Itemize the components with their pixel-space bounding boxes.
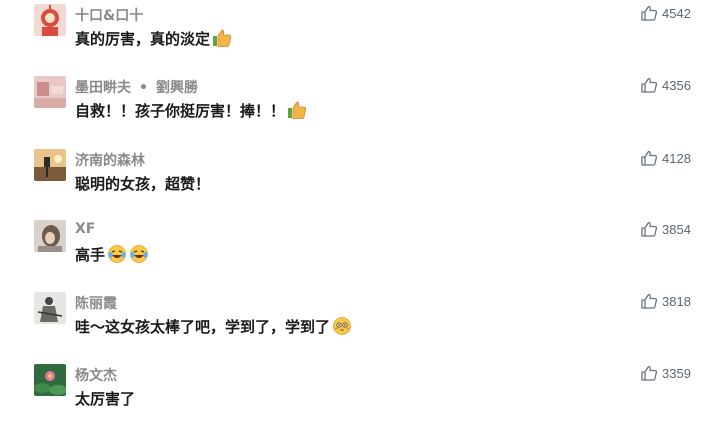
thumbs-up-outline-icon	[641, 365, 658, 381]
name-separator: •	[139, 80, 148, 96]
username[interactable]: 墨田畊夫 • 劉興勝	[75, 77, 198, 97]
username[interactable]: 济南的森林	[75, 150, 145, 170]
like-count: 3854	[662, 221, 691, 237]
like-count: 3359	[662, 365, 691, 381]
comment-text: 太厉害了	[75, 390, 136, 408]
username[interactable]: 陈丽霞	[75, 293, 117, 313]
comment-text: 聪明的女孩，超赞！	[75, 175, 211, 193]
avatar[interactable]	[34, 220, 66, 252]
like-count: 4542	[662, 5, 691, 21]
like-count: 3818	[662, 293, 691, 309]
like-button[interactable]: 3359	[640, 364, 691, 382]
like-button[interactable]: 3854	[640, 220, 691, 238]
comment-item: 杨文杰 太厉害了 3359	[0, 364, 701, 424]
comment-item: 济南的森林 聪明的女孩，超赞！ 4128	[0, 149, 701, 209]
comment-item: 十口&口十 真的厉害，真的淡定 4542	[0, 4, 701, 64]
thumbs-up-outline-icon	[641, 150, 658, 166]
avatar[interactable]	[34, 149, 66, 181]
thumbs-up-outline-icon	[641, 293, 658, 309]
comment-text: 真的厉害，真的淡定	[75, 27, 232, 55]
like-button[interactable]: 4128	[640, 149, 691, 167]
like-button[interactable]: 4542	[640, 4, 691, 22]
like-count: 4356	[662, 77, 691, 93]
laughing-tears-emoji	[107, 244, 127, 271]
username[interactable]: 十口&口十	[75, 5, 143, 25]
comment-text: 自救！！孩子你挺厉害！捧！！	[75, 99, 307, 127]
comment-item: XF 高手 3854	[0, 220, 701, 280]
comment-text: 哇～这女孩太棒了吧，学到了，学到了	[75, 315, 352, 343]
thumbs-up-outline-icon	[641, 221, 658, 237]
avatar[interactable]	[34, 364, 66, 396]
flushed-face-emoji	[332, 316, 352, 343]
avatar[interactable]	[34, 292, 66, 324]
avatar[interactable]	[34, 76, 66, 108]
like-button[interactable]: 4356	[640, 76, 691, 94]
comment-item: 陈丽霞 哇～这女孩太棒了吧，学到了，学到了 3818	[0, 292, 701, 352]
like-count: 4128	[662, 150, 691, 166]
username[interactable]: XF	[75, 221, 95, 237]
thumbs-up-outline-icon	[641, 77, 658, 93]
like-button[interactable]: 3818	[640, 292, 691, 310]
avatar[interactable]	[34, 4, 66, 36]
laughing-tears-emoji	[129, 244, 149, 271]
thumbs-up-outline-icon	[641, 5, 658, 21]
comment-item: 墨田畊夫 • 劉興勝 自救！！孩子你挺厉害！捧！！ 4356	[0, 76, 701, 136]
thumbs-up-emoji	[212, 28, 232, 55]
thumbs-up-emoji	[287, 100, 307, 127]
comment-text: 高手	[75, 243, 149, 271]
username[interactable]: 杨文杰	[75, 365, 117, 385]
